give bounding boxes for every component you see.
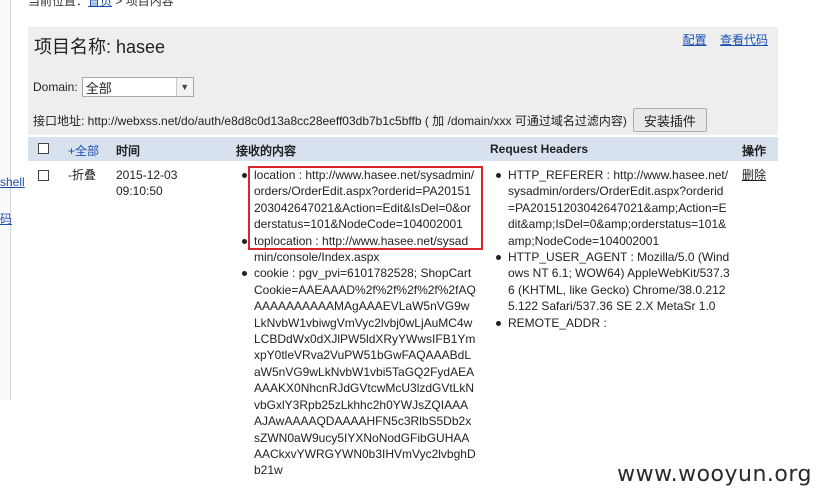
header-item-referer: HTTP_REFERER : http://www.hasee.net/sysa…: [494, 167, 730, 249]
watermark: www.wooyun.org: [617, 462, 812, 487]
column-header-request-headers: Request Headers: [490, 142, 589, 156]
delete-link[interactable]: 删除: [742, 167, 766, 183]
received-content: location : http://www.hasee.net/sysadmin…: [240, 167, 476, 479]
config-link[interactable]: 配置: [683, 33, 707, 47]
domain-select[interactable]: 全部 ▼: [81, 77, 194, 97]
content-item-location: location : http://www.hasee.net/sysadmin…: [240, 167, 476, 233]
sidebar-strip: [0, 0, 11, 400]
content-item-toplocation: toplocation : http://www.hasee.net/sysad…: [240, 233, 476, 266]
install-plugin-button[interactable]: 安装插件: [632, 108, 707, 132]
api-address: 接口地址: http://webxss.net/do/auth/e8d8c0d1…: [33, 113, 627, 128]
breadcrumb-separator: >: [112, 0, 126, 8]
domain-select-value: 全部: [85, 80, 112, 96]
column-header-actions: 操作: [742, 144, 767, 158]
column-header-content: 接收的内容: [236, 144, 297, 158]
row-clock: 09:10:50: [116, 184, 163, 199]
chevron-down-icon[interactable]: ▼: [175, 78, 193, 96]
project-actions: 配置 查看代码: [673, 31, 768, 48]
breadcrumb-current: 项目内容: [125, 0, 174, 8]
project-panel: 项目名称: hasee 配置 查看代码 Domain: 全部 ▼ 接口地址: h…: [28, 27, 778, 135]
collapse-toggle[interactable]: -折叠: [68, 167, 96, 183]
column-header-time: 时间: [116, 144, 141, 158]
api-row: 接口地址: http://webxss.net/do/auth/e8d8c0d1…: [33, 108, 707, 132]
sidebar-link-shell[interactable]: shell: [0, 175, 25, 189]
table-row: -折叠 2015-12-03 09:10:50 location : http:…: [28, 161, 778, 499]
domain-label: Domain:: [33, 80, 78, 94]
expand-all-toggle[interactable]: +全部: [68, 142, 99, 159]
header-item-user-agent: HTTP_USER_AGENT : Mozilla/5.0 (Windows N…: [494, 249, 730, 315]
table-header: +全部 时间 接收的内容 Request Headers 操作: [28, 137, 778, 161]
sidebar-link-code[interactable]: 码: [0, 210, 12, 227]
breadcrumb: 当前位置：首页 > 项目内容: [28, 0, 174, 9]
row-time: 2015-12-03 09:10:50: [116, 167, 196, 200]
breadcrumb-prefix: 当前位置：: [28, 0, 89, 8]
breadcrumb-home-link[interactable]: 首页: [88, 0, 112, 8]
view-code-link[interactable]: 查看代码: [720, 33, 768, 47]
domain-filter: Domain: 全部 ▼: [33, 77, 194, 97]
select-all-checkbox[interactable]: [38, 143, 49, 154]
page-title: 项目名称: hasee: [34, 37, 166, 57]
header-item-remote-addr: REMOTE_ADDR :: [494, 315, 730, 331]
row-date: 2015-12-03: [116, 168, 178, 182]
content-item-cookie: cookie : pgv_pvi=6101782528; ShopCartCoo…: [240, 265, 476, 478]
row-checkbox[interactable]: [38, 170, 49, 181]
request-headers: HTTP_REFERER : http://www.hasee.net/sysa…: [494, 167, 730, 331]
